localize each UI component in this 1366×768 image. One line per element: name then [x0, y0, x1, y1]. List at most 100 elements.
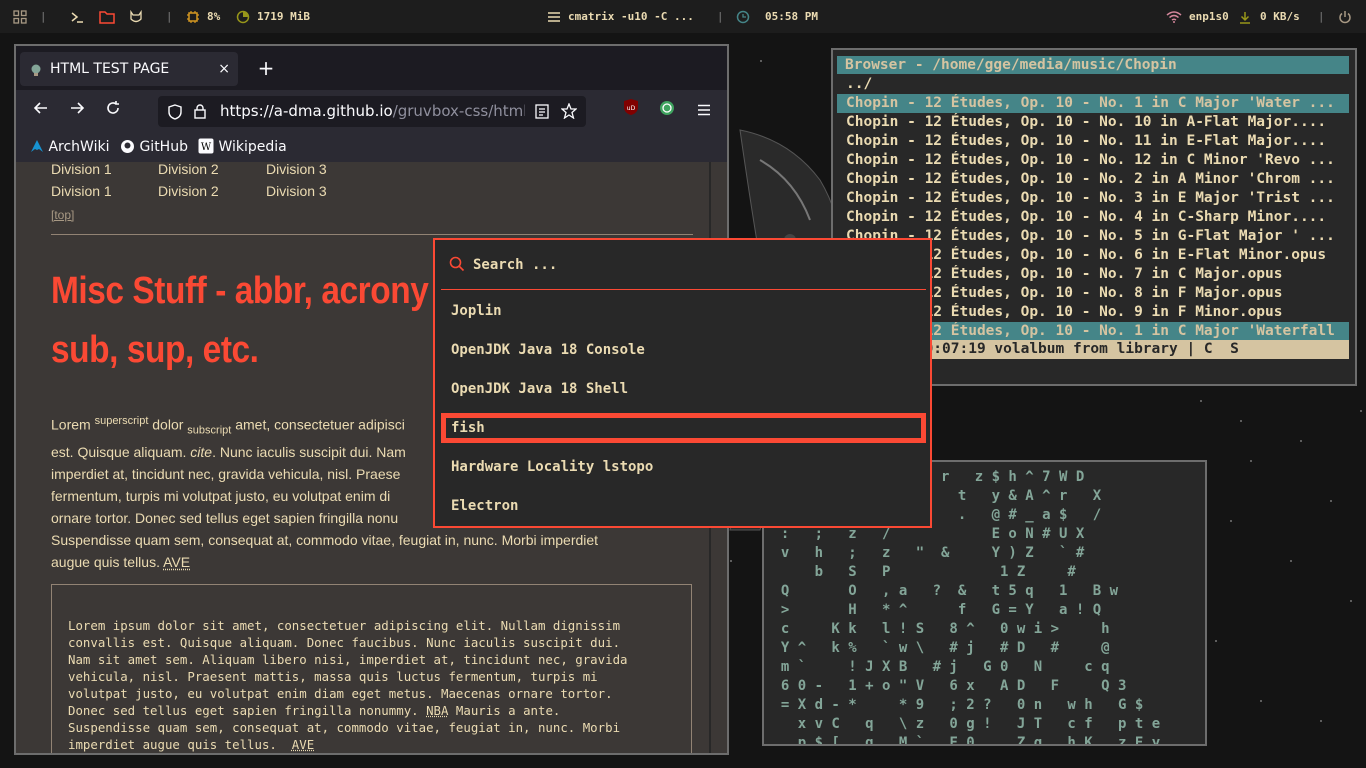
star [1360, 410, 1362, 412]
app-launcher-menu: Search ... Joplin OpenJDK Java 18 Consol… [433, 238, 932, 528]
download-icon [1239, 0, 1251, 33]
heading-line-1: Misc Stuff - abbr, acrony [51, 270, 429, 312]
list-item[interactable]: Chopin - 12 Études, Op. 10 - No. 12 in C… [837, 151, 1349, 170]
divider [51, 234, 693, 235]
ublock-origin-icon[interactable]: uD [617, 97, 645, 125]
pre-line: imperdiet augue quis tellus. [68, 737, 292, 752]
new-tab-button[interactable]: + [252, 54, 280, 82]
star [1260, 700, 1262, 702]
back-arrow-icon [33, 102, 47, 114]
wikipedia-logo-icon: W [198, 138, 214, 154]
abbr-text: AVE [163, 554, 191, 571]
launcher-item[interactable]: Joplin [441, 296, 926, 326]
text: . Nunc iaculis suscipit dui. Nam [212, 444, 406, 461]
table-cell: Division 1 [51, 183, 112, 199]
github-logo-icon [121, 140, 134, 153]
list-item[interactable]: Chopin - 12 Études, Op. 10 - No. 4 in C-… [837, 208, 1349, 227]
browser-header: Browser - /home/gge/media/music/Chopin [837, 56, 1349, 74]
forward-button[interactable] [63, 97, 91, 125]
launcher-item[interactable]: OpenJDK Java 18 Console [441, 335, 926, 365]
clock[interactable]: 05:58 PM [765, 0, 818, 33]
search-field[interactable]: Search ... [449, 240, 557, 290]
pre-line: Lorem ipsum dolor sit amet, consectetuer… [68, 618, 621, 633]
forward-arrow-icon [71, 102, 85, 114]
apps-grid-icon[interactable] [13, 0, 27, 33]
superscript-text: superscript [94, 415, 149, 427]
bookmark-github[interactable]: GitHub [120, 132, 188, 162]
window-menu-icon[interactable] [547, 0, 561, 33]
launcher-item-selected[interactable]: fish [441, 413, 926, 443]
star [730, 560, 732, 562]
launcher-item[interactable]: OpenJDK Java 18 Shell [441, 374, 926, 404]
text: augue quis tellus. [51, 554, 164, 571]
launcher-item[interactable]: Electron [441, 491, 926, 521]
cpu-icon [186, 0, 200, 33]
tab-html-test-page[interactable]: HTML TEST PAGE × [20, 52, 238, 86]
list-item[interactable]: Chopin - 12 Études, Op. 10 - No. 11 in E… [837, 132, 1349, 151]
reader-view-icon[interactable] [535, 104, 549, 123]
text: dolor [148, 416, 188, 433]
url-domain: https://a-dma.github.io [220, 102, 393, 120]
tab-title: HTML TEST PAGE [50, 61, 170, 77]
pre-line: Mauris a ante. [448, 703, 561, 718]
text: fermentum, turpis mi volutpat justo, eu … [51, 488, 391, 505]
tab-close-button[interactable]: × [218, 52, 230, 86]
bookmark-archwiki[interactable]: ArchWiki [30, 132, 109, 162]
star [1330, 500, 1332, 502]
star [1240, 420, 1242, 422]
top-link[interactable]: [top] [51, 208, 74, 222]
terminal-icon[interactable] [70, 0, 84, 33]
star [1350, 600, 1352, 602]
sync-extension-icon[interactable] [653, 97, 681, 125]
table-cell: Division 2 [158, 183, 219, 199]
svg-text:W: W [201, 142, 212, 153]
bookmark-star-icon[interactable] [560, 102, 578, 123]
separator: | [166, 10, 173, 23]
cite-text: cite [190, 444, 213, 461]
bookmark-wikipedia[interactable]: W Wikipedia [198, 132, 287, 162]
text: Lorem [51, 416, 95, 433]
hamburger-menu-button[interactable] [690, 97, 718, 125]
star [1200, 400, 1202, 402]
cat-icon[interactable] [129, 0, 143, 33]
pre-line: volutpat justo, eu volutpat enim diam eg… [68, 686, 613, 701]
list-item[interactable]: Chopin - 12 Études, Op. 10 - No. 3 in E … [837, 189, 1349, 208]
power-icon[interactable] [1338, 0, 1352, 33]
pre-line: convallis est. Quisque aliquam. Donec fa… [68, 635, 621, 650]
launcher-item[interactable]: Hardware Locality lstopo [441, 452, 926, 482]
url-bar[interactable]: https://a-dma.github.io/gruvbox-css/html… [158, 96, 586, 127]
text: est. Quisque aliquam. [51, 444, 191, 461]
network-speed: 0 KB/s [1260, 10, 1300, 23]
url-text[interactable]: https://a-dma.github.io/gruvbox-css/html… [220, 96, 525, 127]
url-path: /gruvbox-css/html.ht [392, 102, 525, 120]
list-item[interactable]: Chopin - 12 Études, Op. 10 - No. 2 in A … [837, 170, 1349, 189]
search-icon [449, 256, 465, 272]
folder-icon[interactable] [99, 0, 115, 33]
reload-button[interactable] [99, 97, 127, 125]
shield-icon[interactable] [168, 104, 182, 124]
star [760, 60, 762, 62]
table-cell: Division 2 [158, 162, 219, 177]
search-placeholder[interactable]: Search ... [473, 240, 557, 290]
separator: | [1318, 10, 1325, 23]
tab-bar: HTML TEST PAGE × + [16, 46, 727, 90]
arch-logo-icon [31, 140, 43, 152]
list-item[interactable]: Chopin - 12 Études, Op. 10 - No. 10 in A… [837, 113, 1349, 132]
lock-icon[interactable] [194, 104, 206, 123]
pre-line: Suspendisse quam sem, consequat at, comm… [68, 720, 621, 735]
abbr-text: AVE [291, 737, 315, 752]
parent-directory-item[interactable]: ../ [837, 75, 1349, 94]
hamburger-icon [698, 104, 710, 116]
pre-line: vehicula, nisl. Praesent mattis, massa q… [68, 669, 598, 684]
heading-line-2: sub, sup, etc. [51, 329, 259, 371]
clock-icon [736, 0, 750, 33]
bookmark-label: ArchWiki [48, 139, 110, 155]
table-cell: Division 3 [266, 183, 327, 199]
bookmark-label: GitHub [139, 139, 188, 155]
back-button[interactable] [27, 97, 55, 125]
memory-icon [236, 0, 250, 33]
pre-line: Donec sed tellus eget sapien fringilla n… [68, 703, 427, 718]
star [1290, 560, 1292, 562]
list-item[interactable]: Chopin - 12 Études, Op. 10 - No. 1 in C … [837, 94, 1349, 113]
preformatted-block: Lorem ipsum dolor sit amet, consectetuer… [51, 584, 692, 753]
